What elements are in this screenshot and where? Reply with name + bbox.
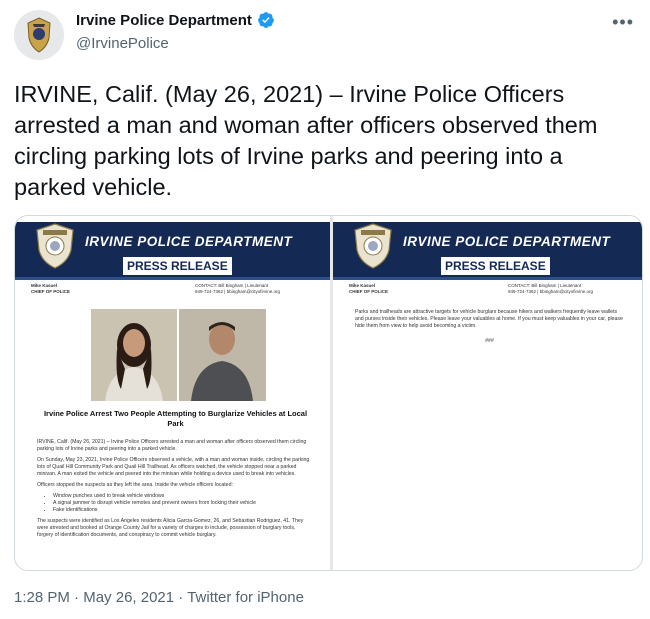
chief-title: CHIEF OF POLICE [31, 289, 71, 294]
contact-line-2: 949-724-7362 | bbingham@cityofirvine.org [508, 289, 594, 294]
avatar[interactable] [14, 10, 64, 60]
banner-subtitle: PRESS RELEASE [441, 257, 550, 275]
press-release-headline: Irvine Police Arrest Two People Attempti… [43, 409, 308, 428]
banner-title: IRVINE POLICE DEPARTMENT [85, 234, 293, 249]
tweet-text: IRVINE, Calif. (May 26, 2021) – Irvine P… [14, 81, 598, 200]
police-badge-icon [14, 10, 64, 60]
body-paragraph: Parks and trailheads are attractive targ… [355, 309, 623, 329]
body-paragraph: Officers stopped the suspects as they le… [37, 482, 233, 488]
list-item: Fake identifications [53, 507, 312, 514]
tweet-footer: 1:28 PM · May 26, 2021 · Twitter for iPh… [14, 589, 304, 606]
press-release-page-1[interactable]: IRVINE POLICE DEPARTMENT PRESS RELEASE M… [15, 216, 330, 570]
press-release-page-2[interactable]: IRVINE POLICE DEPARTMENT PRESS RELEASE M… [333, 216, 642, 570]
account-name[interactable]: Irvine Police Department [76, 12, 252, 29]
suspects-photo-image [91, 309, 266, 401]
account-name-row[interactable]: Irvine Police Department [76, 11, 275, 29]
police-badge-icon [36, 223, 74, 269]
list-item: A signal jammer to disrupt vehicle remot… [53, 500, 312, 507]
tweet-time[interactable]: 1:28 PM [14, 589, 70, 606]
evidence-list: Window punches used to break vehicle win… [37, 493, 312, 514]
separator: · [178, 589, 184, 606]
suspects-photo [91, 309, 266, 401]
tweet-media[interactable]: IRVINE POLICE DEPARTMENT PRESS RELEASE M… [14, 215, 643, 571]
account-handle[interactable]: @IrvinePolice [76, 35, 169, 52]
banner-subtitle: PRESS RELEASE [123, 257, 232, 275]
banner-title: IRVINE POLICE DEPARTMENT [403, 234, 611, 249]
end-mark: ### [485, 338, 494, 344]
more-dots-icon[interactable]: ••• [612, 12, 634, 33]
chief-title: CHIEF OF POLICE [349, 289, 389, 294]
chief-block: Mike Kasuel CHIEF OF POLICE [349, 283, 388, 295]
press-release-body: Parks and trailheads are attractive targ… [355, 309, 624, 349]
verified-badge-icon [258, 12, 274, 28]
police-badge-icon [354, 223, 392, 269]
separator: · [74, 589, 80, 606]
body-paragraph: IRVINE, Calif. (May 26, 2021) – Irvine P… [37, 439, 307, 452]
tweet-date[interactable]: May 26, 2021 [83, 589, 174, 606]
tweet-source[interactable]: Twitter for iPhone [187, 589, 304, 606]
contact-block: CONTACT: Bill Bingham | Lieutenant 949-7… [195, 283, 280, 295]
press-release-body: IRVINE, Calif. (May 26, 2021) – Irvine P… [37, 439, 312, 543]
contact-block: CONTACT: Bill Bingham | Lieutenant 949-7… [508, 283, 593, 295]
list-item: Window punches used to break vehicle win… [53, 493, 312, 500]
contact-line-2: 949-724-7362 | bbingham@cityofirvine.org [195, 289, 281, 294]
chief-block: Mike Kasuel CHIEF OF POLICE [31, 283, 70, 295]
body-paragraph: The suspects were identified as Los Ange… [37, 518, 304, 538]
body-paragraph: On Sunday, May 23, 2021, Irvine Police O… [37, 457, 310, 477]
